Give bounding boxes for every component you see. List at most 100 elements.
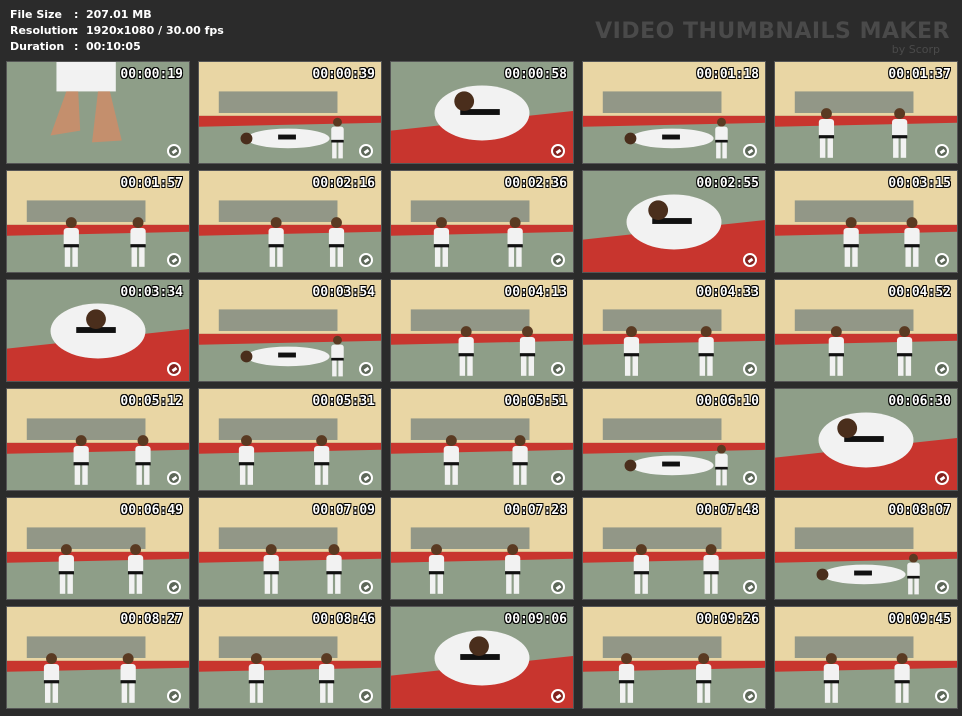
watermark-logo-icon xyxy=(167,580,181,594)
timestamp: 00:00:19 xyxy=(120,67,183,82)
timestamp: 00:02:16 xyxy=(312,176,375,191)
video-thumbnail[interactable]: 00:05:31 xyxy=(198,388,382,491)
timestamp: 00:09:06 xyxy=(504,612,567,627)
timestamp: 00:06:49 xyxy=(120,503,183,518)
watermark-logo-icon xyxy=(743,471,757,485)
video-thumbnail[interactable]: 00:09:45 xyxy=(774,606,958,709)
video-thumbnail[interactable]: 00:03:15 xyxy=(774,170,958,273)
timestamp: 00:04:13 xyxy=(504,285,567,300)
timestamp: 00:02:36 xyxy=(504,176,567,191)
video-thumbnail[interactable]: 00:01:37 xyxy=(774,61,958,164)
video-thumbnail[interactable]: 00:00:19 xyxy=(6,61,190,164)
video-thumbnail[interactable]: 00:07:48 xyxy=(582,497,766,600)
info-value: 207.01 MB xyxy=(86,8,152,21)
video-thumbnail[interactable]: 00:06:10 xyxy=(582,388,766,491)
info-key: Resolution xyxy=(10,24,77,37)
info-sep: : xyxy=(74,24,79,37)
watermark-logo-icon xyxy=(743,580,757,594)
timestamp: 00:02:55 xyxy=(696,176,759,191)
video-thumbnail[interactable]: 00:08:07 xyxy=(774,497,958,600)
watermark-logo-icon xyxy=(743,144,757,158)
file-info: File Size : 207.01 MB Resolution : 1920x… xyxy=(10,7,224,55)
video-thumbnail[interactable]: 00:04:52 xyxy=(774,279,958,382)
watermark-logo-icon xyxy=(743,362,757,376)
video-thumbnail[interactable]: 00:09:06 xyxy=(390,606,574,709)
timestamp: 00:06:10 xyxy=(696,394,759,409)
video-thumbnail[interactable]: 00:05:51 xyxy=(390,388,574,491)
watermark-logo-icon xyxy=(167,471,181,485)
timestamp: 00:09:45 xyxy=(888,612,951,627)
video-thumbnail[interactable]: 00:06:49 xyxy=(6,497,190,600)
timestamp: 00:07:48 xyxy=(696,503,759,518)
watermark-logo-icon xyxy=(551,689,565,703)
video-thumbnail[interactable]: 00:02:36 xyxy=(390,170,574,273)
timestamp: 00:03:54 xyxy=(312,285,375,300)
watermark-logo-icon xyxy=(935,471,949,485)
video-thumbnail[interactable]: 00:02:16 xyxy=(198,170,382,273)
thumbnail-grid: 00:00:19 00:00:39 00:00:58 00:01:18 00:0… xyxy=(6,61,958,711)
watermark-logo-icon xyxy=(551,580,565,594)
video-thumbnail[interactable]: 00:07:09 xyxy=(198,497,382,600)
watermark-logo-icon xyxy=(167,362,181,376)
timestamp: 00:00:58 xyxy=(504,67,567,82)
watermark-logo-icon xyxy=(359,253,373,267)
timestamp: 00:05:51 xyxy=(504,394,567,409)
watermark-logo-icon xyxy=(935,580,949,594)
watermark-logo-icon xyxy=(359,471,373,485)
video-thumbnail[interactable]: 00:01:57 xyxy=(6,170,190,273)
watermark-logo-icon xyxy=(551,362,565,376)
watermark-logo-icon xyxy=(743,689,757,703)
timestamp: 00:05:31 xyxy=(312,394,375,409)
video-thumbnail[interactable]: 00:02:55 xyxy=(582,170,766,273)
brand-title: VIDEO THUMBNAILS MAKER xyxy=(595,19,950,44)
timestamp: 00:01:37 xyxy=(888,67,951,82)
brand-watermark: VIDEO THUMBNAILS MAKER by Scorp xyxy=(595,20,950,56)
watermark-logo-icon xyxy=(359,689,373,703)
watermark-logo-icon xyxy=(167,253,181,267)
info-key: File Size xyxy=(10,8,62,21)
watermark-logo-icon xyxy=(359,362,373,376)
video-thumbnail[interactable]: 00:01:18 xyxy=(582,61,766,164)
watermark-logo-icon xyxy=(935,253,949,267)
timestamp: 00:08:27 xyxy=(120,612,183,627)
video-thumbnail[interactable]: 00:04:13 xyxy=(390,279,574,382)
timestamp: 00:01:57 xyxy=(120,176,183,191)
timestamp: 00:01:18 xyxy=(696,67,759,82)
timestamp: 00:04:33 xyxy=(696,285,759,300)
info-sep: : xyxy=(74,8,79,21)
info-row-duration: Duration : 00:10:05 xyxy=(10,39,224,55)
video-thumbnail[interactable]: 00:07:28 xyxy=(390,497,574,600)
timestamp: 00:03:15 xyxy=(888,176,951,191)
timestamp: 00:05:12 xyxy=(120,394,183,409)
timestamp: 00:00:39 xyxy=(312,67,375,82)
timestamp: 00:09:26 xyxy=(696,612,759,627)
watermark-logo-icon xyxy=(935,689,949,703)
video-thumbnail[interactable]: 00:09:26 xyxy=(582,606,766,709)
video-thumbnail[interactable]: 00:04:33 xyxy=(582,279,766,382)
timestamp: 00:04:52 xyxy=(888,285,951,300)
video-thumbnail[interactable]: 00:03:54 xyxy=(198,279,382,382)
video-thumbnail[interactable]: 00:06:30 xyxy=(774,388,958,491)
video-thumbnail[interactable]: 00:08:46 xyxy=(198,606,382,709)
watermark-logo-icon xyxy=(359,580,373,594)
watermark-logo-icon xyxy=(551,253,565,267)
video-thumbnail[interactable]: 00:05:12 xyxy=(6,388,190,491)
watermark-logo-icon xyxy=(551,144,565,158)
info-row-resolution: Resolution : 1920x1080 / 30.00 fps xyxy=(10,23,224,39)
timestamp: 00:06:30 xyxy=(888,394,951,409)
video-thumbnail[interactable]: 00:00:39 xyxy=(198,61,382,164)
timestamp: 00:03:34 xyxy=(120,285,183,300)
watermark-logo-icon xyxy=(551,471,565,485)
watermark-logo-icon xyxy=(167,144,181,158)
timestamp: 00:07:28 xyxy=(504,503,567,518)
info-sep: : xyxy=(74,40,79,53)
video-thumbnail[interactable]: 00:08:27 xyxy=(6,606,190,709)
video-thumbnail[interactable]: 00:00:58 xyxy=(390,61,574,164)
video-thumbnail[interactable]: 00:03:34 xyxy=(6,279,190,382)
watermark-logo-icon xyxy=(935,362,949,376)
info-key: Duration xyxy=(10,40,65,53)
info-row-file-size: File Size : 207.01 MB xyxy=(10,7,224,23)
timestamp: 00:08:46 xyxy=(312,612,375,627)
watermark-logo-icon xyxy=(359,144,373,158)
timestamp: 00:07:09 xyxy=(312,503,375,518)
